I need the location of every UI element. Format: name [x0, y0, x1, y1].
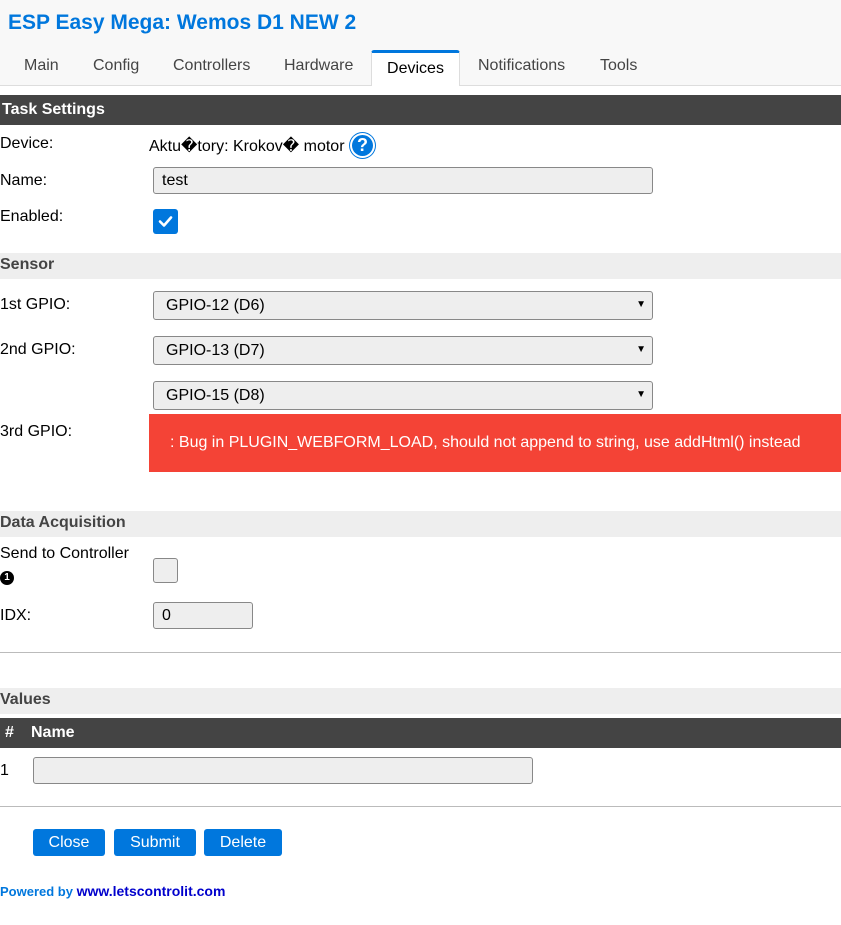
tab-tools[interactable]: Tools	[600, 57, 637, 77]
enabled-checkbox[interactable]	[153, 209, 178, 234]
gpio3-select[interactable]: GPIO-15 (D8) ▼	[153, 381, 653, 410]
idx-label: IDX:	[0, 607, 32, 624]
name-input[interactable]	[153, 167, 653, 194]
sensor-header: Sensor	[0, 253, 841, 279]
page-title: ESP Easy Mega: Wemos D1 NEW 2	[8, 11, 357, 34]
values-header: Values	[0, 688, 841, 714]
gpio2-value: GPIO-13 (D7)	[166, 342, 265, 359]
submit-button[interactable]: Submit	[114, 829, 196, 856]
gpio2-select[interactable]: GPIO-13 (D7) ▼	[153, 336, 653, 365]
check-icon	[158, 216, 173, 227]
device-label: Device:	[0, 135, 54, 152]
question-circle-icon[interactable]: ?	[350, 133, 375, 158]
tab-config[interactable]: Config	[93, 57, 139, 77]
tab-notifications[interactable]: Notifications	[478, 57, 565, 77]
tab-hardware[interactable]: Hardware	[284, 57, 353, 77]
value-name-input[interactable]	[33, 757, 533, 784]
send-to-controller-checkbox[interactable]	[153, 558, 178, 583]
gpio2-label: 2nd GPIO:	[0, 341, 76, 358]
gpio1-label: 1st GPIO:	[0, 296, 71, 313]
task-settings-header: Task Settings	[0, 95, 841, 125]
close-button[interactable]: Close	[33, 829, 105, 856]
gpio1-value: GPIO-12 (D6)	[166, 297, 265, 314]
tab-devices-label: Devices	[387, 60, 444, 77]
divider	[0, 806, 841, 807]
idx-input[interactable]	[153, 602, 253, 629]
col-number: #	[5, 724, 14, 741]
gpio3-value: GPIO-15 (D8)	[166, 387, 265, 404]
plugin-error-alert: : Bug in PLUGIN_WEBFORM_LOAD, should not…	[149, 414, 841, 472]
chevron-down-icon: ▼	[636, 389, 646, 400]
info-icon: 1	[0, 571, 14, 585]
data-acquisition-header: Data Acquisition	[0, 511, 841, 537]
col-name: Name	[31, 724, 75, 741]
footer: Powered by www.letscontrolit.com	[0, 883, 225, 899]
powered-by-text: Powered by	[0, 884, 77, 899]
enabled-label: Enabled:	[0, 208, 64, 225]
name-label: Name:	[0, 172, 48, 189]
values-table-header: # Name	[0, 718, 841, 748]
gpio1-select[interactable]: GPIO-12 (D6) ▼	[153, 291, 653, 320]
delete-button[interactable]: Delete	[204, 829, 282, 856]
tab-devices[interactable]: Devices	[371, 50, 460, 86]
send-to-controller-label: Send to Controller	[0, 545, 129, 562]
footer-link[interactable]: www.letscontrolit.com	[77, 883, 226, 899]
row-number: 1	[0, 762, 9, 779]
chevron-down-icon: ▼	[636, 344, 646, 355]
chevron-down-icon: ▼	[636, 299, 646, 310]
tab-controllers[interactable]: Controllers	[173, 57, 250, 77]
tab-main[interactable]: Main	[24, 57, 59, 77]
device-value: Aktu�tory: Krokov� motor	[149, 138, 345, 155]
gpio3-label: 3rd GPIO:	[0, 423, 73, 440]
divider	[0, 652, 841, 653]
